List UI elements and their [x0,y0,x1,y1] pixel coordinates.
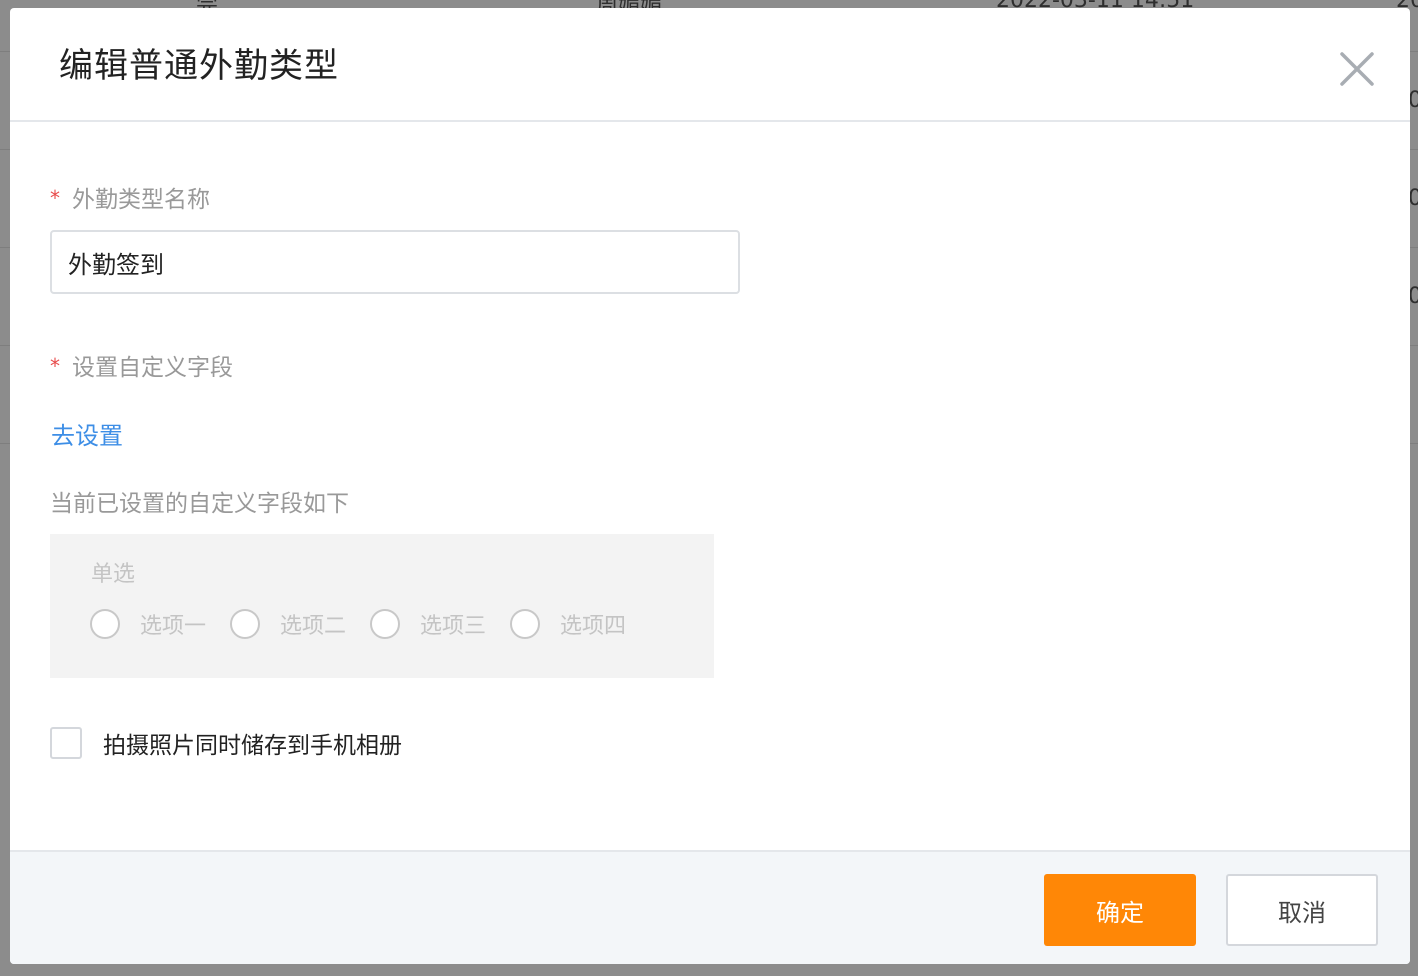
custom-field-label: * 设置自定义字段 [50,348,233,382]
radio-option: 选项四 [510,608,626,640]
cancel-button[interactable]: 取消 [1226,874,1378,946]
type-name-label-text: 外勤类型名称 [72,187,210,213]
radio-option: 选项三 [370,608,486,640]
radio-label: 选项一 [140,614,207,639]
type-name-input[interactable] [50,230,740,294]
required-mark: * [50,186,60,210]
custom-field-preview: 单选 选项一 选项二 选项三 选项四 [50,534,714,678]
dialog-title: 编辑普通外勤类型 [59,46,339,86]
radio-circle [510,609,541,639]
radio-label: 选项二 [280,614,347,639]
radio-circle [370,609,401,639]
save-to-album-checkbox[interactable] [50,727,82,759]
radio-group: 选项一 选项二 选项三 选项四 [90,608,626,640]
required-mark: * [50,354,60,378]
save-to-album-option[interactable]: 拍摄照片同时储存到手机相册 [50,726,402,760]
radio-circle [230,609,261,639]
dialog-footer: 确定 取消 [10,850,1410,964]
preview-field-title: 单选 [91,562,136,587]
radio-option: 选项一 [90,608,206,640]
type-name-label: * 外勤类型名称 [50,180,210,214]
edit-field-work-type-dialog: 编辑普通外勤类型 * 外勤类型名称 * 设置自定义字段 去设置 当前已设置的自定义字… [10,8,1410,964]
close-icon [1340,52,1374,86]
dialog-header: 编辑普通外勤类型 [10,8,1410,122]
go-settings-link[interactable]: 去设置 [51,416,123,451]
radio-label: 选项三 [420,614,487,639]
confirm-button[interactable]: 确定 [1044,874,1196,946]
radio-circle [90,609,120,639]
close-button[interactable] [1336,48,1378,90]
custom-field-label-text: 设置自定义字段 [72,355,233,381]
radio-option: 选项二 [230,608,346,640]
custom-field-hint: 当前已设置的自定义字段如下 [50,491,349,517]
radio-label: 选项四 [560,614,627,639]
save-to-album-label[interactable]: 拍摄照片同时储存到手机相册 [103,726,402,760]
